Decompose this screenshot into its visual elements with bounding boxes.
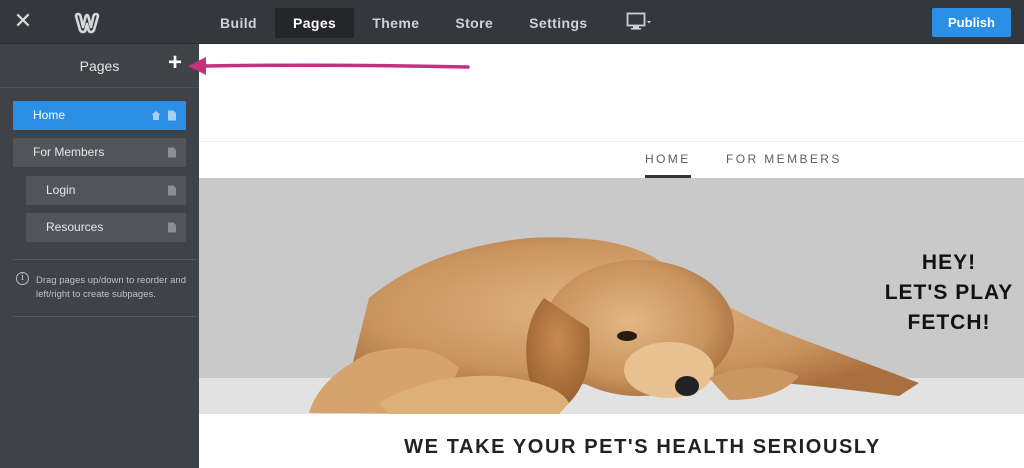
site-nav-for-members[interactable]: FOR MEMBERS [726, 152, 842, 166]
site-nav-home[interactable]: HOME [645, 152, 691, 166]
page-item-resources[interactable]: Resources [26, 213, 186, 242]
pages-sidebar: Pages + Home For Members Login Resources… [0, 44, 199, 468]
page-item-label: Home [33, 108, 66, 122]
hero-line: HEY! [921, 251, 977, 274]
info-icon: i [16, 272, 29, 285]
sidebar-header: Pages + [0, 44, 199, 88]
home-icon [151, 111, 161, 120]
hero-heading: HEY! LET'S PLAY FETCH! [869, 248, 1024, 338]
weebly-logo[interactable] [74, 11, 100, 35]
section-headline: WE TAKE YOUR PET'S HEALTH SERIOUSLY [404, 436, 881, 458]
page-icon [168, 110, 176, 121]
divider [13, 316, 197, 317]
tab-build[interactable]: Build [202, 8, 275, 38]
hero-line: LET'S PLAY [884, 281, 1014, 304]
top-toolbar: ✕ Build Pages Theme Store Settings Publi… [0, 0, 1024, 44]
add-page-button[interactable]: + [164, 50, 186, 76]
tab-theme[interactable]: Theme [354, 8, 437, 38]
page-item-login[interactable]: Login [26, 176, 186, 205]
page-icon [168, 185, 176, 196]
publish-button[interactable]: Publish [932, 8, 1011, 37]
reorder-hint: Drag pages up/down to reorder and left/r… [36, 275, 186, 300]
desktop-device-icon[interactable] [626, 12, 654, 32]
page-item-label: Resources [46, 220, 104, 234]
hero-banner[interactable]: HEY! LET'S PLAY FETCH! [199, 178, 1024, 414]
hero-line: FETCH! [907, 311, 991, 334]
page-item-home[interactable]: Home [13, 101, 186, 130]
site-nav: HOME FOR MEMBERS [199, 141, 1024, 178]
main-nav: Build Pages Theme Store Settings [202, 8, 606, 38]
page-item-label: For Members [33, 145, 105, 159]
page-item-label: Login [46, 183, 76, 197]
page-icon [168, 147, 176, 158]
page-icon [168, 222, 176, 233]
page-item-for-members[interactable]: For Members [13, 138, 186, 167]
tab-store[interactable]: Store [437, 8, 511, 38]
tab-pages[interactable]: Pages [275, 8, 355, 38]
annotation-arrow [188, 57, 470, 75]
site-preview: HOME FOR MEMBERS HEY! LET'S PLAY FETCH! … [199, 44, 1024, 468]
divider [13, 259, 197, 260]
tab-settings[interactable]: Settings [511, 8, 605, 38]
close-icon[interactable]: ✕ [12, 10, 34, 32]
